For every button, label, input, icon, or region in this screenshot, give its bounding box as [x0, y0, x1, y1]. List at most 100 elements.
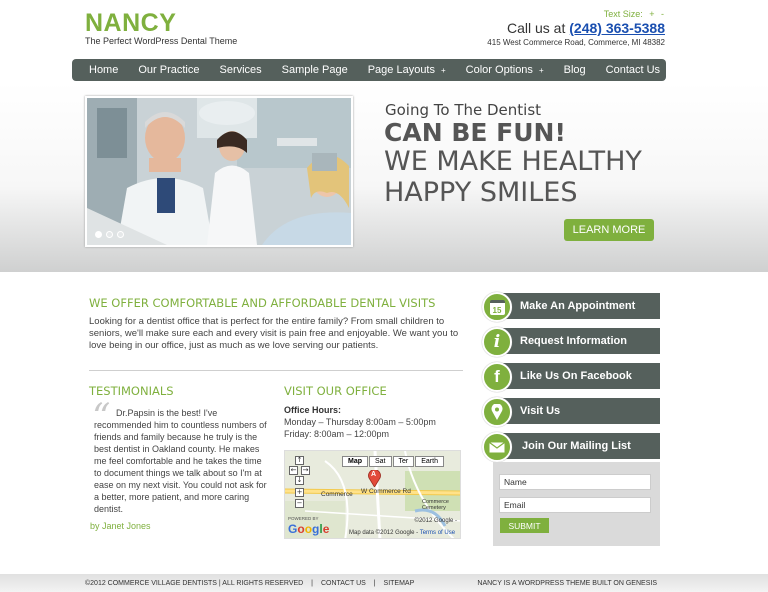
sidebar-bar: Request Information [498, 328, 660, 354]
map-zoom-out-icon[interactable]: − [295, 499, 304, 508]
calendar-day: 15 [489, 299, 505, 315]
map-marker-icon[interactable]: A [368, 469, 381, 488]
nav-item-label: Home [89, 64, 119, 76]
nav-item-sample-page[interactable]: Sample Page [282, 64, 348, 76]
nav-item-services[interactable]: Services [219, 64, 261, 76]
learn-more-button[interactable]: LEARN MORE [564, 219, 654, 241]
main-nav: Home Our Practice Services Sample Page P… [72, 59, 666, 81]
nav-item-label: Page Layouts [367, 64, 435, 76]
map-type-earth[interactable]: Earth [415, 456, 444, 467]
envelope-shape [489, 441, 505, 452]
map-type-satellite[interactable]: Sat [369, 456, 392, 467]
site-footer: ©2012 COMMERCE VILLAGE DENTISTS | ALL RI… [0, 574, 768, 592]
map-road-label: W Commerce Rd [361, 488, 411, 495]
visit-office-heading: VISIT OUR OFFICE [284, 384, 387, 398]
nav-item-home[interactable]: Home [89, 64, 118, 76]
google-logo[interactable]: Google [288, 522, 329, 536]
slider-dot[interactable] [106, 231, 113, 238]
nav-item-our-practice[interactable]: Our Practice [138, 64, 199, 76]
footer-separator: | [373, 580, 376, 587]
submenu-plus-icon: + [441, 66, 446, 75]
testimonial-text: Dr.Papsin is the best! I've recommended … [94, 408, 267, 514]
info-icon: i [482, 327, 512, 357]
hero-tagline-2: HAPPY SMILES [384, 177, 578, 208]
request-information-button[interactable]: Request Information i [482, 327, 660, 357]
footer-credit: NANCY IS A WORDPRESS THEME BUILT ON GENE… [477, 580, 657, 587]
hero-slider[interactable] [85, 96, 353, 247]
text-size-decrease-button[interactable]: - [661, 9, 664, 19]
call-us: Call us at (248) 363-5388 [507, 20, 665, 36]
map-terms-link[interactable]: Terms of Use [420, 530, 455, 536]
slider-dot[interactable] [117, 231, 124, 238]
office-hours-friday: Friday: 8:00am – 12:00pm [284, 429, 390, 439]
map-place-label: Commerce Cemetery [422, 499, 449, 511]
nav-item-label: Color Options [465, 64, 533, 76]
mail-icon [482, 432, 512, 462]
footer-copyright: ©2012 COMMERCE VILLAGE DENTISTS | ALL RI… [85, 580, 304, 587]
hero-subheading: Going To The Dentist [385, 101, 542, 119]
google-map[interactable]: Map Sat Ter Earth ↑ ← → ↓ + − A Commerce… [284, 450, 461, 539]
facebook-icon: f [482, 362, 512, 392]
site-tagline: The Perfect WordPress Dental Theme [85, 36, 238, 46]
section-divider [89, 370, 463, 371]
slider-pagination [95, 231, 124, 238]
office-address: 415 West Commerce Road, Commerce, MI 483… [487, 38, 665, 47]
name-field[interactable]: Name [499, 474, 651, 490]
nav-item-label: Our Practice [138, 64, 200, 76]
site-header: NANCY The Perfect WordPress Dental Theme… [0, 0, 768, 60]
nav-item-color-options[interactable]: Color Options + [466, 64, 544, 76]
hero-heading: CAN BE FUN! [384, 118, 566, 147]
sidebar-item-label: Like Us On Facebook [520, 370, 632, 382]
email-field[interactable]: Email [499, 497, 651, 513]
facebook-button[interactable]: Like Us On Facebook f [482, 362, 660, 392]
calendar-icon: 15 [482, 292, 512, 322]
sidebar-item-label: Make An Appointment [520, 300, 636, 312]
mailing-list-header: Join Our Mailing List [482, 432, 660, 462]
nav-item-label: Blog [563, 64, 586, 76]
office-hours-weekday: Monday – Thursday 8:00am – 5:00pm [284, 417, 436, 427]
dentist-photo [87, 98, 351, 245]
hero-tagline-1: WE MAKE HEALTHY [384, 146, 642, 177]
sidebar-item-label: Join Our Mailing List [522, 440, 631, 452]
map-pan-right-icon[interactable]: → [301, 466, 310, 475]
location-pin-icon [482, 397, 512, 427]
text-size-label: Text Size: [603, 9, 643, 19]
powered-by-label: POWERED BY [288, 516, 319, 521]
phone-link[interactable]: (248) 363-5388 [569, 20, 665, 36]
sidebar-bar: Join Our Mailing List [498, 433, 660, 459]
nav-item-contact-us[interactable]: Contact Us [606, 64, 660, 76]
submenu-plus-icon: + [538, 66, 544, 75]
sidebar-bar: Make An Appointment [498, 293, 660, 319]
map-type-terrain[interactable]: Ter [392, 456, 415, 467]
testimonials-heading: TESTIMONIALS [89, 384, 174, 398]
make-appointment-button[interactable]: Make An Appointment 15 [482, 292, 660, 322]
intro-heading: WE OFFER COMFORTABLE AND AFFORDABLE DENT… [89, 296, 436, 310]
footer-links: ©2012 COMMERCE VILLAGE DENTISTS | ALL RI… [85, 580, 417, 587]
nav-item-page-layouts[interactable]: Page Layouts + [368, 64, 446, 76]
nav-item-label: Contact Us [605, 64, 661, 76]
map-pan-up-icon[interactable]: ↑ [295, 456, 304, 465]
submit-button[interactable]: SUBMIT [500, 518, 549, 533]
map-zoom-in-icon[interactable]: + [295, 488, 304, 497]
footer-separator: | [311, 580, 313, 587]
intro-paragraph: Looking for a dentist office that is per… [89, 316, 459, 351]
nav-item-label: Services [219, 64, 262, 76]
sidebar-bar: Like Us On Facebook [498, 363, 660, 389]
call-us-label: Call us at [507, 20, 570, 36]
nav-item-label: Sample Page [281, 64, 348, 76]
footer-contact-link[interactable]: CONTACT US [321, 580, 366, 587]
office-hours-label: Office Hours: [284, 405, 342, 415]
sidebar-bar: Visit Us [498, 398, 660, 424]
slider-dot[interactable] [95, 231, 102, 238]
nav-item-blog[interactable]: Blog [564, 64, 586, 76]
sidebar-item-label: Visit Us [520, 405, 561, 417]
site-logo[interactable]: NANCY [85, 9, 176, 38]
visit-us-button[interactable]: Visit Us [482, 397, 660, 427]
map-pan-left-icon[interactable]: ← [289, 466, 298, 475]
map-type-switcher: Map Sat Ter Earth [341, 456, 444, 467]
text-size-increase-button[interactable]: + [649, 9, 654, 19]
map-pan-down-icon[interactable]: ↓ [295, 476, 304, 485]
map-road-label: Commerce [321, 491, 353, 498]
footer-sitemap-link[interactable]: SITEMAP [384, 580, 415, 587]
map-type-map[interactable]: Map [342, 456, 368, 467]
